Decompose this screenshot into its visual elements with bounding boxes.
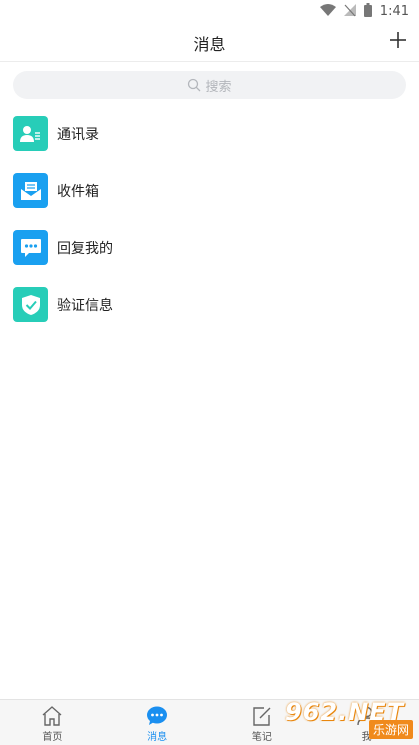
nav-label: 首页 xyxy=(42,732,63,743)
list-item-label: 验证信息 xyxy=(57,297,113,314)
page-title: 消息 xyxy=(193,35,226,54)
plus-icon xyxy=(390,32,406,48)
list-item-label: 收件箱 xyxy=(57,183,99,200)
site-watermark: 962.NET 乐游网 xyxy=(281,698,417,739)
nav-label: 笔记 xyxy=(251,732,272,743)
list-item-label: 通讯录 xyxy=(57,126,99,143)
search-input[interactable]: 搜索 xyxy=(13,71,406,99)
nav-label: 消息 xyxy=(147,732,168,743)
contacts-icon xyxy=(13,116,48,151)
watermark-site-name: 乐游网 xyxy=(368,720,413,739)
list-item-contacts[interactable]: 通讯录 xyxy=(0,105,419,162)
note-icon xyxy=(253,707,271,726)
verify-shield-icon xyxy=(13,287,48,322)
wifi-icon xyxy=(319,2,336,21)
no-signal-icon xyxy=(343,2,356,21)
add-button[interactable] xyxy=(389,31,407,49)
clock-time: 1:41 xyxy=(379,3,409,19)
status-bar: 1:41 xyxy=(0,0,419,22)
message-category-list: 通讯录 收件箱 回复我的 验证信息 xyxy=(0,105,419,333)
list-item-inbox[interactable]: 收件箱 xyxy=(0,162,419,219)
top-bar: 消息 xyxy=(0,22,419,62)
battery-icon xyxy=(363,2,372,21)
search-placeholder: 搜索 xyxy=(205,79,232,95)
list-item-label: 回复我的 xyxy=(57,240,113,257)
list-item-verification[interactable]: 验证信息 xyxy=(0,276,419,333)
nav-item-home[interactable]: 首页 xyxy=(0,700,105,745)
inbox-icon xyxy=(13,173,48,208)
message-icon xyxy=(147,706,168,725)
list-item-replies[interactable]: 回复我的 xyxy=(0,219,419,276)
search-icon xyxy=(188,78,201,92)
messages-screen: 1:41 消息 搜索 通讯录 收件箱 回复我的 验证信息 首页 消息 笔记 我 … xyxy=(0,0,419,745)
reply-chat-icon xyxy=(13,230,48,265)
nav-item-messages[interactable]: 消息 xyxy=(105,700,210,745)
home-icon xyxy=(42,706,62,726)
